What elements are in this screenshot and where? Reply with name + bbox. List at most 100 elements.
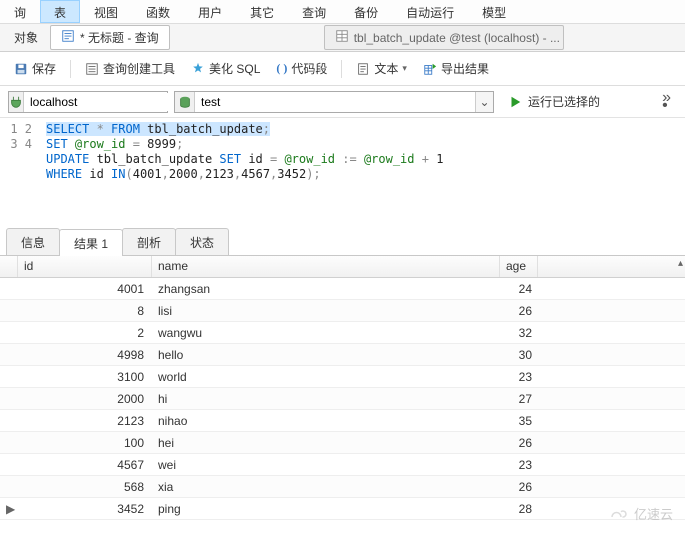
save-label: 保存	[32, 60, 56, 77]
cell-name[interactable]: ping	[152, 500, 500, 518]
cell-id[interactable]: 3100	[18, 368, 152, 386]
cell-id[interactable]: 2000	[18, 390, 152, 408]
cell-age[interactable]: 27	[500, 390, 538, 408]
cell-name[interactable]: zhangsan	[152, 280, 500, 298]
row-marker	[0, 353, 18, 357]
cell-id[interactable]: 2123	[18, 412, 152, 430]
server-input[interactable]	[24, 93, 191, 111]
menu-询[interactable]: 询	[0, 0, 40, 23]
cell-name[interactable]: wangwu	[152, 324, 500, 342]
sql-code[interactable]: SELECT * FROM tbl_batch_update;SET @row_…	[40, 118, 685, 230]
cell-age[interactable]: 30	[500, 346, 538, 364]
parentheses-icon: ( )	[276, 61, 287, 76]
doc-tab-title-2: tbl_batch_update @test (localhost) - ...	[354, 31, 560, 45]
row-marker	[0, 463, 18, 467]
cell-age[interactable]: 24	[500, 280, 538, 298]
export-results-button[interactable]: 导出结果	[417, 57, 495, 80]
doc-tab-title: * 无标题 - 查询	[80, 29, 159, 46]
toolbar: 保存 查询创建工具 美化 SQL ( ) 代码段 文本 ▾ 导出结果	[0, 52, 685, 86]
row-marker	[0, 309, 18, 313]
snippet-label: 代码段	[291, 60, 327, 77]
cell-name[interactable]: hello	[152, 346, 500, 364]
result-tab-3[interactable]: 状态	[175, 228, 229, 255]
database-combo[interactable]: ⌄	[174, 91, 494, 113]
doc-tab-active[interactable]: * 无标题 - 查询	[50, 25, 170, 50]
cell-id[interactable]: 4567	[18, 456, 152, 474]
result-tab-1[interactable]: 结果 1	[59, 229, 123, 256]
chevron-down-icon[interactable]: ⌄	[475, 92, 493, 112]
col-id[interactable]: id	[18, 256, 152, 277]
menu-自动运行[interactable]: 自动运行	[392, 0, 468, 23]
cell-name[interactable]: hei	[152, 434, 500, 452]
table-row[interactable]: 2123nihao35	[0, 410, 685, 432]
cell-age[interactable]: 28	[500, 500, 538, 518]
menu-查询[interactable]: 查询	[288, 0, 340, 23]
col-name[interactable]: name	[152, 256, 500, 277]
run-label: 运行已选择的	[528, 93, 600, 110]
scroll-up-icon[interactable]: ▴	[678, 258, 683, 269]
object-pane-label[interactable]: 对象	[6, 25, 46, 50]
cell-age[interactable]: 23	[500, 456, 538, 474]
menu-用户[interactable]: 用户	[184, 0, 236, 23]
table-row[interactable]: 8lisi26	[0, 300, 685, 322]
table-row[interactable]: 2000hi27	[0, 388, 685, 410]
text-export-button[interactable]: 文本 ▾	[350, 57, 413, 80]
menubar: 询表视图函数用户其它查询备份自动运行模型	[0, 0, 685, 24]
cell-id[interactable]: 568	[18, 478, 152, 496]
cell-id[interactable]: 4998	[18, 346, 152, 364]
cell-age[interactable]: 23	[500, 368, 538, 386]
table-row[interactable]: 568xia26	[0, 476, 685, 498]
database-input[interactable]	[195, 93, 475, 111]
grid-body: 4001zhangsan248lisi262wangwu324998hello3…	[0, 278, 685, 520]
row-marker	[0, 397, 18, 401]
query-builder-label: 查询创建工具	[103, 60, 175, 77]
table-row[interactable]: 100hei26	[0, 432, 685, 454]
cell-age[interactable]: 35	[500, 412, 538, 430]
menu-函数[interactable]: 函数	[132, 0, 184, 23]
result-tab-2[interactable]: 剖析	[122, 228, 176, 255]
line-gutter: 1 2 3 4	[0, 118, 40, 230]
cell-id[interactable]: 3452	[18, 500, 152, 518]
run-selected-button[interactable]: 运行已选择的	[500, 90, 608, 113]
cell-name[interactable]: world	[152, 368, 500, 386]
menu-其它[interactable]: 其它	[236, 0, 288, 23]
result-tab-0[interactable]: 信息	[6, 228, 60, 255]
cell-id[interactable]: 4001	[18, 280, 152, 298]
watermark: 亿速云	[606, 504, 673, 523]
cell-age[interactable]: 26	[500, 302, 538, 320]
doc-tab-inactive[interactable]: tbl_batch_update @test (localhost) - ...	[324, 25, 564, 50]
table-row[interactable]: 4567wei23	[0, 454, 685, 476]
server-combo[interactable]: ⌄	[8, 91, 168, 113]
table-row[interactable]: 4998hello30	[0, 344, 685, 366]
cell-name[interactable]: xia	[152, 478, 500, 496]
sql-editor[interactable]: 1 2 3 4 SELECT * FROM tbl_batch_update;S…	[0, 118, 685, 230]
more-icon[interactable]: »•	[662, 94, 677, 110]
cell-name[interactable]: wei	[152, 456, 500, 474]
row-header-gutter	[0, 256, 18, 277]
cell-age[interactable]: 32	[500, 324, 538, 342]
menu-表[interactable]: 表	[40, 0, 80, 23]
menu-模型[interactable]: 模型	[468, 0, 520, 23]
save-button[interactable]: 保存	[8, 57, 62, 80]
menu-视图[interactable]: 视图	[80, 0, 132, 23]
query-builder-button[interactable]: 查询创建工具	[79, 57, 181, 80]
cell-id[interactable]: 8	[18, 302, 152, 320]
cell-name[interactable]: hi	[152, 390, 500, 408]
cell-age[interactable]: 26	[500, 434, 538, 452]
table-row[interactable]: ▶3452ping28	[0, 498, 685, 520]
result-tabs: 信息结果 1剖析状态	[0, 230, 685, 256]
code-snippet-button[interactable]: ( ) 代码段	[270, 57, 333, 80]
cell-name[interactable]: lisi	[152, 302, 500, 320]
table-row[interactable]: 4001zhangsan24	[0, 278, 685, 300]
table-row[interactable]: 3100world23	[0, 366, 685, 388]
table-row[interactable]: 2wangwu32	[0, 322, 685, 344]
beautify-sql-button[interactable]: 美化 SQL	[185, 57, 266, 80]
col-age[interactable]: age	[500, 256, 538, 277]
cell-age[interactable]: 26	[500, 478, 538, 496]
plug-icon	[9, 92, 24, 112]
cell-name[interactable]: nihao	[152, 412, 500, 430]
database-icon	[175, 92, 195, 112]
cell-id[interactable]: 2	[18, 324, 152, 342]
menu-备份[interactable]: 备份	[340, 0, 392, 23]
cell-id[interactable]: 100	[18, 434, 152, 452]
